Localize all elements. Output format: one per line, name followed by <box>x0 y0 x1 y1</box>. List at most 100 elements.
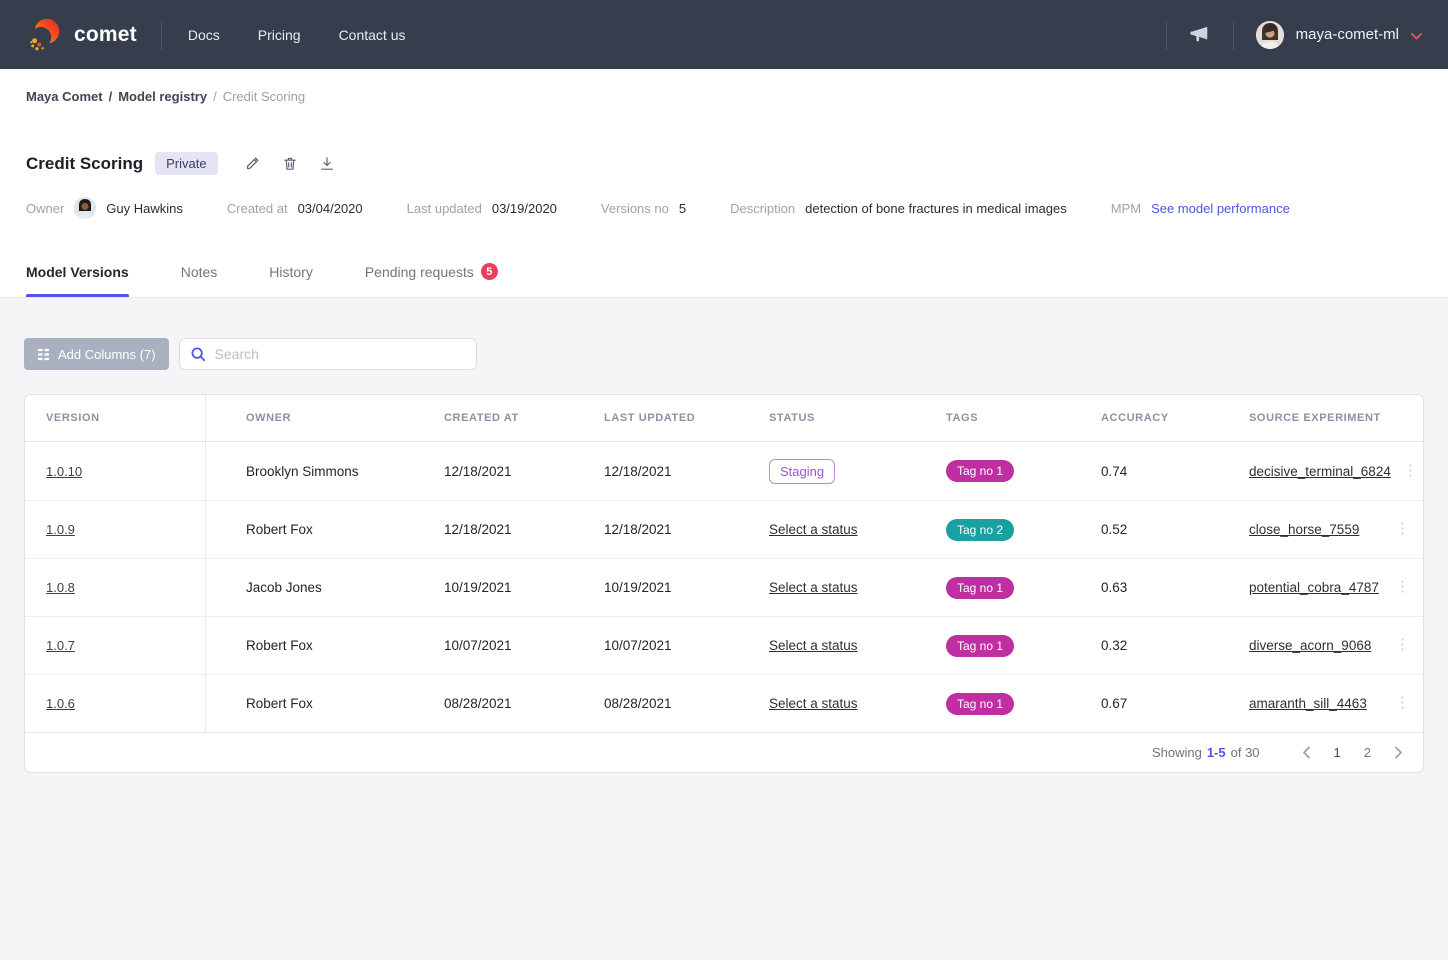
table-row: 1.0.10 Brooklyn Simmons 12/18/2021 12/18… <box>25 442 1423 500</box>
table-row: 1.0.7 Robert Fox 10/07/2021 10/07/2021 S… <box>25 616 1423 674</box>
owner-cell: Robert Fox <box>206 675 404 732</box>
pager: 1 2 <box>1302 745 1403 760</box>
meta-owner: Owner Guy Hawkins <box>26 197 183 219</box>
created-at-value: 03/04/2020 <box>298 201 363 216</box>
version-link[interactable]: 1.0.10 <box>46 464 82 479</box>
source-experiment-link[interactable]: potential_cobra_4787 <box>1249 580 1379 595</box>
row-menu-button[interactable]: ⋮ <box>1393 521 1413 537</box>
tab-notes[interactable]: Notes <box>181 253 218 297</box>
column-header-created-at[interactable]: CREATED AT <box>404 395 564 441</box>
description-label: Description <box>730 201 795 216</box>
tag-pill[interactable]: Tag no 1 <box>946 460 1014 482</box>
model-versions-table: VERSION OWNER CREATED AT LAST UPDATED ST… <box>24 394 1424 773</box>
delete-button[interactable] <box>280 153 300 174</box>
page-button-2[interactable]: 2 <box>1364 745 1371 760</box>
source-experiment-link[interactable]: close_horse_7559 <box>1249 522 1359 537</box>
updated-cell: 12/18/2021 <box>564 501 729 558</box>
accuracy-cell: 0.67 <box>1061 675 1209 732</box>
table-toolbar: Add Columns (7) <box>24 338 1424 370</box>
columns-icon <box>37 348 50 361</box>
nav-link-contact[interactable]: Contact us <box>339 27 406 43</box>
breadcrumb-current: Credit Scoring <box>223 89 305 104</box>
row-menu-button[interactable]: ⋮ <box>1393 695 1413 711</box>
breadcrumb-model-registry[interactable]: Model registry <box>118 89 207 104</box>
showing-range: 1-5 <box>1207 745 1226 760</box>
tab-model-versions[interactable]: Model Versions <box>26 253 129 297</box>
main-content: Add Columns (7) VERSION OWNER CREATED AT… <box>0 298 1448 773</box>
search-input[interactable] <box>215 346 466 362</box>
version-link[interactable]: 1.0.7 <box>46 638 75 653</box>
status-link[interactable]: Select a status <box>769 696 858 711</box>
meta-description: Description detection of bone fractures … <box>730 201 1067 216</box>
meta-created: Created at 03/04/2020 <box>227 201 363 216</box>
owner-cell: Jacob Jones <box>206 559 404 616</box>
accuracy-cell: 0.74 <box>1061 442 1209 500</box>
brand-name: comet <box>74 23 137 47</box>
previous-page-button[interactable] <box>1302 746 1311 759</box>
column-header-owner[interactable]: OWNER <box>206 395 404 441</box>
tab-pending-requests[interactable]: Pending requests 5 <box>365 253 498 297</box>
tab-label: Model Versions <box>26 264 129 280</box>
add-columns-button[interactable]: Add Columns (7) <box>24 338 169 370</box>
column-header-tags[interactable]: TAGS <box>906 395 1061 441</box>
tag-pill[interactable]: Tag no 1 <box>946 577 1014 599</box>
source-experiment-link[interactable]: decisive_terminal_6824 <box>1249 464 1391 479</box>
version-link[interactable]: 1.0.8 <box>46 580 75 595</box>
column-header-accuracy[interactable]: ACCURACY <box>1061 395 1209 441</box>
download-button[interactable] <box>317 153 337 174</box>
versions-no-label: Versions no <box>601 201 669 216</box>
status-chip[interactable]: Staging <box>769 459 835 484</box>
user-menu[interactable]: maya-comet-ml <box>1256 21 1422 49</box>
page-header: Maya Comet / Model registry / Credit Sco… <box>0 69 1448 298</box>
owner-name: Guy Hawkins <box>106 201 183 216</box>
description-value: detection of bone fractures in medical i… <box>805 201 1067 216</box>
see-model-performance-link[interactable]: See model performance <box>1151 201 1290 216</box>
row-menu-button[interactable]: ⋮ <box>1393 637 1413 653</box>
accuracy-cell: 0.52 <box>1061 501 1209 558</box>
tag-pill[interactable]: Tag no 2 <box>946 519 1014 541</box>
page-title: Credit Scoring <box>26 154 143 174</box>
table-body: 1.0.10 Brooklyn Simmons 12/18/2021 12/18… <box>25 442 1423 732</box>
breadcrumb: Maya Comet / Model registry / Credit Sco… <box>26 89 1422 104</box>
status-link[interactable]: Select a status <box>769 522 858 537</box>
source-experiment-link[interactable]: diverse_acorn_9068 <box>1249 638 1371 653</box>
status-link[interactable]: Select a status <box>769 638 858 653</box>
updated-cell: 10/07/2021 <box>564 617 729 674</box>
search-box <box>179 338 477 370</box>
meta-mpm: MPM See model performance <box>1111 201 1290 216</box>
version-link[interactable]: 1.0.6 <box>46 696 75 711</box>
source-experiment-link[interactable]: amaranth_sill_4463 <box>1249 696 1367 711</box>
comet-logo[interactable]: comet <box>26 16 137 54</box>
nav-link-docs[interactable]: Docs <box>188 27 220 43</box>
title-row: Credit Scoring Private <box>26 152 1422 175</box>
tag-pill[interactable]: Tag no 1 <box>946 693 1014 715</box>
breadcrumb-workspace[interactable]: Maya Comet <box>26 89 103 104</box>
created-cell: 10/19/2021 <box>404 559 564 616</box>
row-menu-button[interactable]: ⋮ <box>1393 579 1413 595</box>
version-link[interactable]: 1.0.9 <box>46 522 75 537</box>
created-cell: 10/07/2021 <box>404 617 564 674</box>
username: maya-comet-ml <box>1296 26 1399 43</box>
column-header-source-experiment[interactable]: SOURCE EXPERIMENT <box>1209 395 1383 441</box>
model-meta-row: Owner Guy Hawkins Created at 03/04/2020 … <box>26 197 1422 219</box>
tab-history[interactable]: History <box>269 253 313 297</box>
next-page-button[interactable] <box>1394 746 1403 759</box>
mpm-label: MPM <box>1111 201 1141 216</box>
row-menu-button[interactable]: ⋮ <box>1401 463 1421 479</box>
edit-button[interactable] <box>242 153 263 174</box>
nav-link-pricing[interactable]: Pricing <box>258 27 301 43</box>
status-link[interactable]: Select a status <box>769 580 858 595</box>
updated-cell: 10/19/2021 <box>564 559 729 616</box>
page-button-1[interactable]: 1 <box>1334 745 1341 760</box>
column-header-version[interactable]: VERSION <box>25 395 206 441</box>
pending-requests-count-badge: 5 <box>481 263 498 280</box>
tag-pill[interactable]: Tag no 1 <box>946 635 1014 657</box>
column-header-status[interactable]: STATUS <box>729 395 906 441</box>
versions-no-value: 5 <box>679 201 686 216</box>
announcements-megaphone-icon[interactable] <box>1189 25 1211 45</box>
column-header-last-updated[interactable]: LAST UPDATED <box>564 395 729 441</box>
breadcrumb-separator: / <box>109 89 113 104</box>
tab-label: History <box>269 264 313 280</box>
last-updated-label: Last updated <box>407 201 482 216</box>
last-updated-value: 03/19/2020 <box>492 201 557 216</box>
